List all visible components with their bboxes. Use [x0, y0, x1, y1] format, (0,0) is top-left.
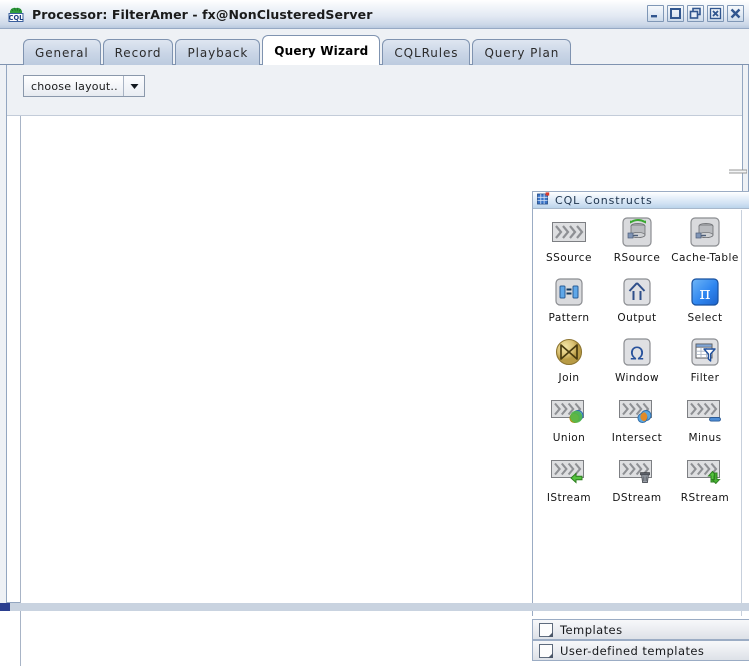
construct-label: SSource — [546, 252, 592, 264]
cql-constructs-panel: CQL Constructs SSource RSource Cache-Tab… — [532, 191, 749, 616]
construct-cache-table[interactable]: Cache-Table — [671, 212, 739, 272]
restore-button[interactable] — [687, 5, 704, 22]
construct-label: Output — [617, 312, 657, 324]
templates-label: Templates — [560, 622, 623, 637]
close-button[interactable] — [727, 5, 744, 22]
construct-label: Intersect — [611, 432, 663, 444]
title-bar: CQL Processor: FilterAmer - fx@NonCluste… — [0, 0, 749, 29]
window-bottom-corner — [0, 603, 10, 611]
application-window: CQL Processor: FilterAmer - fx@NonCluste… — [0, 0, 749, 666]
tab-record[interactable]: Record — [102, 39, 174, 65]
window-controls — [647, 5, 744, 22]
construct-label: DStream — [612, 492, 662, 504]
select-pi-icon: π — [687, 275, 723, 309]
window-omega-icon: Ω — [619, 335, 655, 369]
construct-label: Minus — [688, 432, 722, 444]
database-cache-icon — [687, 215, 723, 249]
construct-label: RSource — [613, 252, 661, 264]
filter-funnel-icon — [687, 335, 723, 369]
rstream-cycle-icon — [687, 455, 723, 489]
construct-filter[interactable]: Filter — [671, 332, 739, 392]
tab-query-wizard[interactable]: Query Wizard — [262, 35, 381, 65]
construct-label: Filter — [690, 372, 720, 384]
construct-label: Select — [687, 312, 723, 324]
construct-label: Union — [552, 432, 586, 444]
close-view-button[interactable] — [707, 5, 724, 22]
intersect-icon — [619, 395, 655, 429]
cql-constructs-title: CQL Constructs — [555, 193, 653, 207]
construct-rsource[interactable]: RSource — [603, 212, 671, 272]
cql-constructs-header[interactable]: CQL Constructs — [533, 192, 749, 209]
query-wizard-pane: choose layout.. CQL Constructs SSource R… — [6, 65, 749, 666]
dstream-trash-icon — [619, 455, 655, 489]
window-bottom-strip — [0, 603, 749, 611]
grid-constructs-icon — [537, 192, 550, 208]
construct-dstream[interactable]: DStream — [603, 452, 671, 512]
cql-constructs-body: SSource RSource Cache-Table Pattern Outp… — [533, 210, 749, 616]
note-icon — [539, 622, 553, 637]
union-icon — [551, 395, 587, 429]
tab-general[interactable]: General — [23, 39, 101, 65]
tab-strip: General Record Playback Query Wizard CQL… — [0, 29, 749, 65]
svg-text:π: π — [699, 284, 710, 304]
svg-text:Ω: Ω — [630, 344, 644, 365]
tab-row: General Record Playback Query Wizard CQL… — [23, 33, 573, 65]
construct-label: Window — [614, 372, 660, 384]
construct-select[interactable]: π Select — [671, 272, 739, 332]
construct-join[interactable]: Join — [535, 332, 603, 392]
construct-rstream[interactable]: RStream — [671, 452, 739, 512]
chevron-stream-icon — [551, 215, 587, 249]
minimize-button[interactable] — [647, 5, 664, 22]
user-templates-label: User-defined templates — [560, 643, 705, 658]
tab-playback[interactable]: Playback — [175, 39, 261, 65]
database-relation-icon — [619, 215, 655, 249]
templates-section[interactable]: Templates — [532, 619, 749, 640]
construct-label: Pattern — [548, 312, 590, 324]
note-icon — [539, 643, 553, 658]
chevron-down-icon[interactable] — [123, 76, 144, 96]
pattern-equals-icon — [551, 275, 587, 309]
layout-select-value: choose layout.. — [31, 79, 118, 93]
construct-pattern[interactable]: Pattern — [535, 272, 603, 332]
istream-arrow-icon — [551, 455, 587, 489]
construct-grid: SSource RSource Cache-Table Pattern Outp… — [535, 212, 740, 512]
window-title: Processor: FilterAmer - fx@NonClusteredS… — [32, 6, 373, 22]
minus-icon — [687, 395, 723, 429]
user-templates-section[interactable]: User-defined templates — [532, 640, 749, 661]
construct-label: IStream — [546, 492, 592, 504]
cql-app-icon: CQL — [7, 5, 25, 23]
construct-label: RStream — [680, 492, 730, 504]
tab-query-plan[interactable]: Query Plan — [472, 39, 572, 65]
svg-text:CQL: CQL — [9, 14, 24, 22]
construct-label: Cache-Table — [671, 252, 739, 264]
construct-union[interactable]: Union — [535, 392, 603, 452]
construct-label: Join — [558, 372, 580, 384]
construct-istream[interactable]: IStream — [535, 452, 603, 512]
output-up-arrow-icon — [619, 275, 655, 309]
layout-select[interactable]: choose layout.. — [23, 75, 145, 97]
construct-output[interactable]: Output — [603, 272, 671, 332]
join-bowtie-icon — [551, 335, 587, 369]
construct-minus[interactable]: Minus — [671, 392, 739, 452]
palette-divider — [741, 210, 742, 616]
maximize-button[interactable] — [667, 5, 684, 22]
construct-ssource[interactable]: SSource — [535, 212, 603, 272]
tab-cqlrules[interactable]: CQLRules — [382, 39, 471, 65]
construct-window[interactable]: Ω Window — [603, 332, 671, 392]
construct-intersect[interactable]: Intersect — [603, 392, 671, 452]
